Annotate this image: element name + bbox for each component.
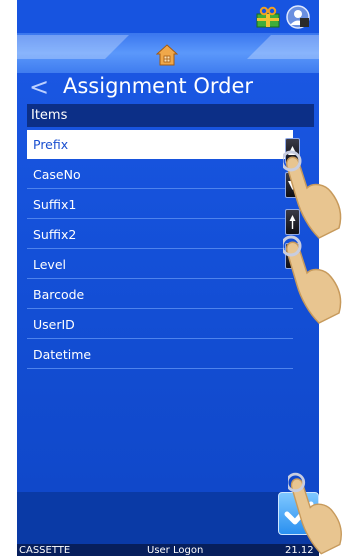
bar-shine-left <box>17 35 129 59</box>
pointing-hand-icon <box>283 150 342 239</box>
home-icon[interactable] <box>156 44 178 66</box>
list-item[interactable]: CaseNo <box>27 160 293 189</box>
list-item[interactable]: Barcode <box>27 280 293 309</box>
back-button[interactable]: < <box>29 75 49 99</box>
list-item[interactable]: Level <box>27 250 293 279</box>
list-item[interactable]: Suffix2 <box>27 220 293 249</box>
list-item[interactable]: UserID <box>27 310 293 339</box>
list-item[interactable]: Datetime <box>27 340 293 369</box>
pointing-hand-icon <box>288 472 342 555</box>
list-item[interactable]: Prefix <box>27 130 293 159</box>
bar-shine-right <box>247 35 319 59</box>
footer-band <box>17 492 319 544</box>
status-bar: CASSETTE User Logon 21.12 <box>17 544 319 556</box>
device-screen: < Assignment Order Items Prefix CaseNo Suf… <box>17 0 319 556</box>
status-left: CASSETTE <box>19 545 71 556</box>
user-badge-icon[interactable] <box>285 4 311 30</box>
pointing-hand-icon <box>283 235 342 324</box>
list-header: Items <box>27 104 314 127</box>
item-list[interactable]: Prefix CaseNo Suffix1 Suffix2 Level Barcode Us… <box>27 130 293 370</box>
gift-icon[interactable] <box>255 6 281 28</box>
page-title: Assignment Order <box>63 74 253 98</box>
list-item[interactable]: Suffix1 <box>27 190 293 219</box>
title-row: < Assignment Order <box>17 73 319 103</box>
status-center: User Logon <box>147 545 204 556</box>
top-status-bar <box>17 0 319 33</box>
